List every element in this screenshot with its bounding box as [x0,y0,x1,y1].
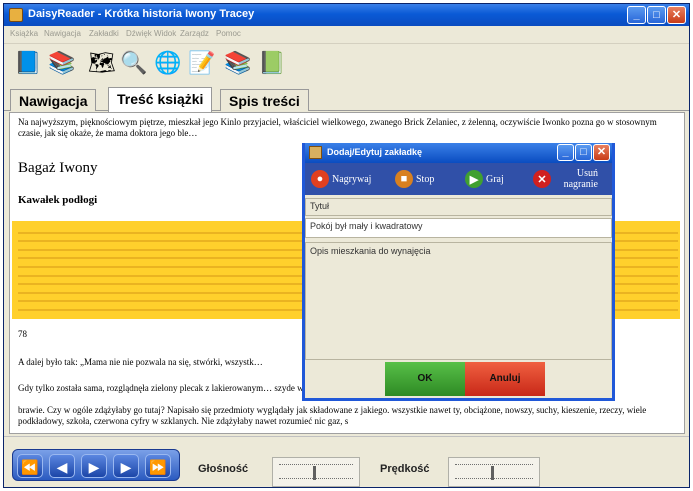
dialog-title: Dodaj/Edytuj zakładkę [327,147,423,157]
record-button[interactable]: ● Nagrywaj [311,168,371,190]
minimize-button[interactable]: _ [627,6,646,24]
play-recording-icon: ▶ [465,170,483,188]
menu-item-manage[interactable]: Zarządz [180,29,209,38]
title-bar[interactable]: DaisyReader - Krótka historia Iwony Trac… [4,4,689,26]
stop-label: Stop [416,173,435,185]
stop-icon: ■ [395,170,413,188]
recording-toolbar: ● Nagrywaj ■ Stop ▶ Graj ✕ Usuń nagranie [305,163,612,195]
play-label: Graj [486,173,504,185]
cancel-button[interactable]: Anuluj [465,362,545,396]
delete-recording-button[interactable]: ✕ Usuń nagranie [533,168,598,190]
tab-table-of-contents[interactable]: Spis treści [220,89,309,111]
menu-item-bookmarks[interactable]: Zakładki [89,29,119,38]
menu-item-navigation[interactable]: Nawigacja [44,29,81,38]
menu-bar: Książka Nawigacja Zakładki Dźwięk Widok … [4,26,689,44]
books-icon[interactable]: 📚 [48,49,76,77]
delete-icon: ✕ [533,170,551,188]
volume-slider-thumb[interactable] [313,466,316,480]
tab-navigation[interactable]: Nawigacja [10,89,97,111]
menu-item-view[interactable]: Widok [154,29,176,38]
map-icon[interactable]: 🗺 [88,49,116,77]
volume-label: Głośność [198,463,249,475]
playback-controls: ⏪ ◀ ▶ ▶ ⏩ [12,449,180,481]
next-icon[interactable]: ▶ [113,454,139,478]
dialog-minimize-button[interactable]: _ [557,144,574,161]
maximize-button[interactable]: □ [647,6,666,24]
window-title: DaisyReader - Krótka historia Iwony Trac… [28,8,255,20]
dialog-title-bar[interactable]: Dodaj/Edytuj zakładkę _ □ ✕ [305,143,612,163]
record-icon: ● [311,170,329,188]
note-icon[interactable]: 📝 [188,49,216,77]
globe-icon[interactable]: 🌐 [154,49,182,77]
open-book-icon[interactable]: 📘 [14,49,42,77]
speed-slider[interactable] [448,457,540,487]
ok-button[interactable]: OK [385,362,465,396]
previous-icon[interactable]: ◀ [49,454,75,478]
play-icon[interactable]: ▶ [81,454,107,478]
text-line-c: brawie. Czy w ogóle zdążyłaby go tutaj? … [18,405,647,426]
dialog-close-button[interactable]: ✕ [593,144,610,161]
bookshelf-icon[interactable]: 📚 [224,49,252,77]
menu-item-sound[interactable]: Dźwięk [126,29,152,38]
bookmark-type-field[interactable]: Tytuł [305,198,612,216]
magnifier-icon[interactable]: 🔍 [120,49,148,77]
dialog-icon [309,146,322,159]
dialog-maximize-button[interactable]: □ [575,144,592,161]
record-label: Nagrywaj [332,173,372,185]
toolbar: 📘 📚 🗺 🔍 🌐 📝 📚 📗 [4,45,689,85]
stop-button[interactable]: ■ Stop [395,168,434,190]
speed-slider-thumb[interactable] [491,466,494,480]
books-stack-icon[interactable]: 📗 [258,49,286,77]
bookmark-note-textarea[interactable]: Opis mieszkania do wynajęcia [305,242,612,360]
forward-fast-icon[interactable]: ⏩ [145,454,171,478]
volume-slider[interactable] [272,457,360,487]
player-bar: ⏪ ◀ ▶ ▶ ⏩ Głośność Prędkość [4,436,689,487]
play-recording-button[interactable]: ▶ Graj [465,168,504,190]
menu-item-help[interactable]: Pomoc [216,29,241,38]
bookmark-dialog: Dodaj/Edytuj zakładkę _ □ ✕ ● Nagrywaj ■… [302,143,615,401]
bookmark-title-input[interactable]: Pokój był mały i kwadratowy [305,218,612,238]
tab-strip: Nawigacja Treść książki Spis treści [4,87,689,112]
app-icon [9,8,23,22]
close-button[interactable]: ✕ [667,6,686,24]
menu-item-book[interactable]: Książka [10,29,38,38]
tab-book-content[interactable]: Treść książki [108,87,213,112]
delete-label: Usuń nagranie [563,168,598,190]
intro-paragraph: Na najwyższym, pięknościowym piętrze, mi… [18,117,657,138]
rewind-fast-icon[interactable]: ⏪ [17,454,43,478]
speed-label: Prędkość [380,463,430,475]
